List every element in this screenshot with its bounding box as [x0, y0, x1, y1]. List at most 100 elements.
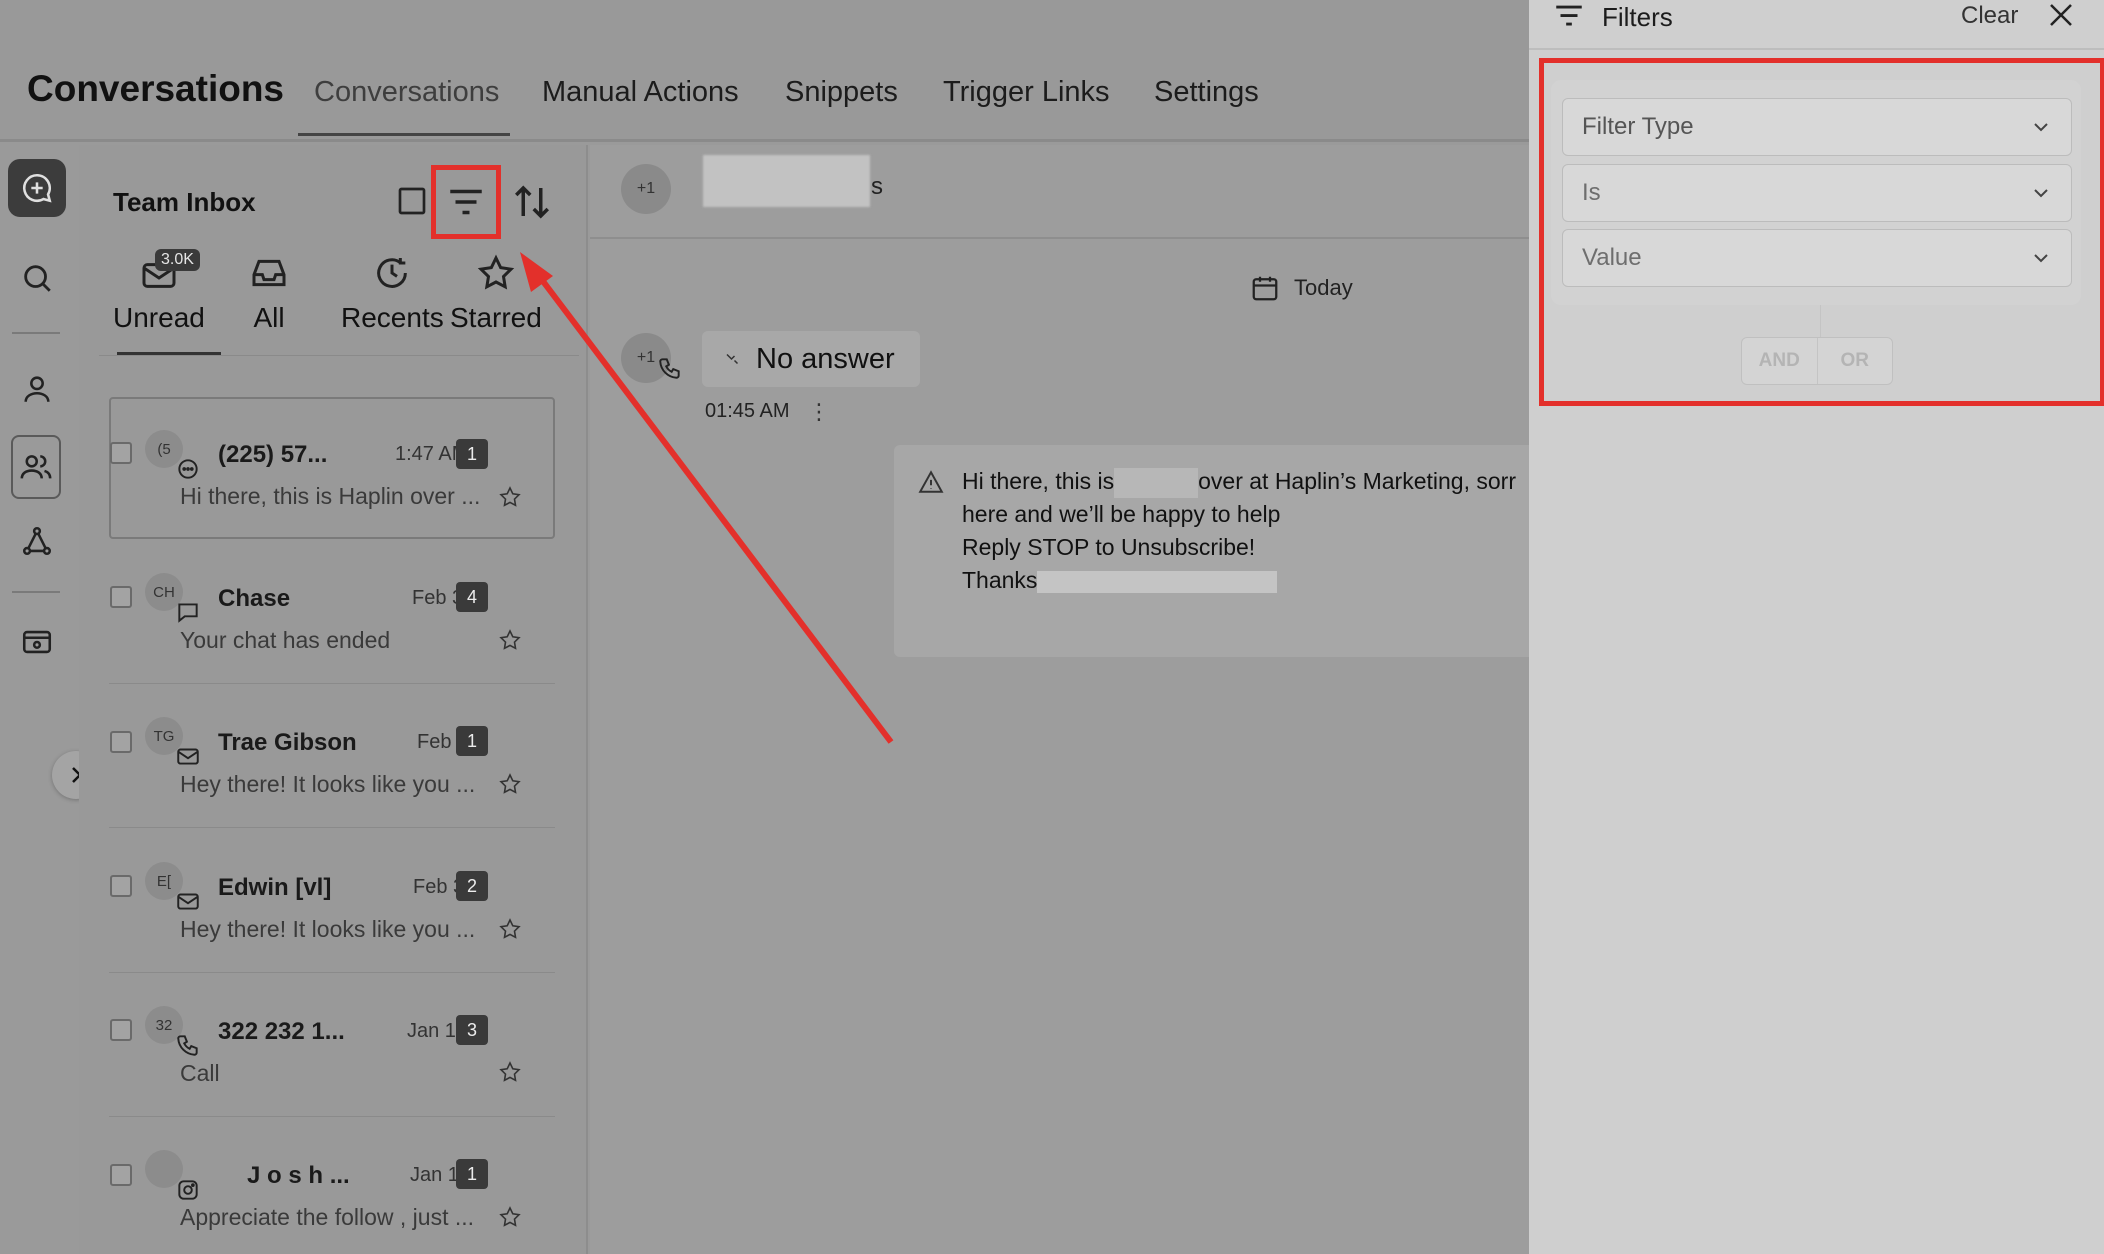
redacted-name	[1114, 467, 1199, 498]
live-chat-icon	[178, 603, 198, 623]
row-divider	[109, 972, 555, 973]
app-title: Conversations	[27, 68, 285, 109]
top-header: Conversations Conversations Manual Actio…	[0, 0, 1529, 142]
unread-count: 1	[456, 1159, 488, 1189]
chat-header-divider	[590, 237, 1529, 239]
conversation-preview: Hi there, this is Haplin over ...	[180, 483, 481, 509]
conversation-name: Trae Gibson	[218, 729, 357, 756]
clock-icon	[377, 258, 408, 288]
star-icon[interactable]	[498, 628, 522, 652]
message-time: 01:45 AM	[705, 400, 790, 422]
icon-rail	[0, 145, 75, 1254]
value-select[interactable]: Value	[1562, 229, 2072, 287]
message-line: here and we’ll be happy to help	[962, 498, 1516, 531]
tab-starred-label: Starred	[450, 302, 542, 333]
message-line-text: Hi there, this is	[962, 468, 1115, 494]
warning-icon	[918, 470, 944, 493]
rail-divider	[12, 591, 60, 593]
message-line: Reply STOP to Unsubscribe!	[962, 531, 1516, 564]
workflow-icon[interactable]	[8, 512, 66, 570]
tab-settings[interactable]: Settings	[1154, 76, 1259, 109]
chevron-down-icon	[2034, 123, 2048, 132]
contact-name-suffix: s	[871, 173, 883, 200]
star-icon[interactable]	[498, 917, 522, 941]
unread-count: 1	[456, 439, 488, 469]
unread-count-badge: 3.0K	[155, 249, 200, 271]
inbox-title: Team Inbox	[113, 187, 256, 217]
and-button[interactable]: AND	[1742, 338, 1818, 384]
tab-manual-actions[interactable]: Manual Actions	[542, 76, 739, 109]
tab-snippets[interactable]: Snippets	[785, 76, 898, 109]
chat-bubble-icon	[178, 459, 198, 479]
logic-toggle: AND OR	[1741, 337, 1893, 385]
message-line-text: over at Haplin’s Marketing, sorr	[1198, 468, 1516, 494]
conversation-preview: Hey there! It looks like you ...	[180, 771, 476, 797]
redacted-signature	[1037, 570, 1278, 593]
tab-conversations[interactable]: Conversations	[314, 76, 499, 109]
unread-count: 3	[456, 1015, 488, 1045]
date-separator: Today	[1250, 273, 1353, 303]
filter-type-select[interactable]: Filter Type	[1562, 98, 2072, 156]
filters-title: Filters	[1602, 2, 1673, 32]
conversation-name: J o s h ...	[247, 1162, 350, 1189]
tab-unread-label: Unread	[113, 302, 205, 333]
chat-area: +1 s Today +1 No answer 01:45 AM ⋮ Hi th…	[590, 145, 1529, 1254]
email-icon	[177, 893, 199, 910]
chevron-down-icon	[2034, 254, 2048, 263]
tab-all[interactable]: All	[249, 253, 289, 334]
filters-header: Filters Clear	[1529, 0, 2104, 50]
team-icon[interactable]	[11, 435, 61, 499]
sort-button[interactable]	[509, 179, 555, 225]
tab-trigger-links[interactable]: Trigger Links	[943, 76, 1110, 109]
logic-connector-line	[1820, 305, 1821, 337]
date-label: Today	[1294, 275, 1353, 300]
message-menu-icon[interactable]: ⋮	[808, 399, 830, 425]
row-divider	[109, 683, 555, 684]
instagram-icon	[178, 1180, 198, 1200]
conversation-preview: Appreciate the follow , just ...	[180, 1204, 475, 1230]
conversation-preview: Hey there! It looks like you ...	[180, 916, 476, 942]
active-tab-underline	[298, 133, 510, 136]
preview-icon[interactable]	[8, 613, 66, 671]
star-icon[interactable]	[498, 1060, 522, 1084]
filter-icon	[1556, 5, 1582, 26]
star-icon[interactable]	[498, 485, 522, 509]
tab-starred[interactable]: Starred	[450, 253, 542, 334]
close-icon[interactable]	[2046, 0, 2076, 30]
contact-avatar: +1	[621, 164, 671, 214]
row-checkbox[interactable]	[110, 442, 132, 464]
tab-recents[interactable]: Recents	[341, 253, 444, 334]
tab-recents-label: Recents	[341, 302, 444, 333]
conversation-preview: Your chat has ended	[180, 627, 391, 653]
row-checkbox[interactable]	[110, 731, 132, 753]
operator-select[interactable]: Is	[1562, 164, 2072, 222]
filter-highlight-box	[431, 165, 501, 239]
conversation-name: (225) 57...	[218, 441, 328, 468]
conversation-preview: Call	[180, 1060, 220, 1086]
star-icon[interactable]	[498, 772, 522, 796]
operator-placeholder: Is	[1582, 179, 1601, 206]
clear-filters-button[interactable]: Clear	[1961, 2, 2018, 30]
email-icon	[177, 748, 199, 765]
tabs-divider	[99, 355, 579, 356]
or-button[interactable]: OR	[1818, 338, 1893, 384]
inbox-panel: Team Inbox Unread 3.0K All Recents Starr…	[79, 145, 588, 1254]
row-checkbox[interactable]	[110, 586, 132, 608]
select-all-checkbox[interactable]	[396, 185, 428, 217]
new-chat-icon[interactable]	[8, 159, 66, 217]
value-placeholder: Value	[1582, 244, 1642, 271]
contact-avatar-label: +1	[636, 349, 656, 366]
row-divider	[109, 827, 555, 828]
star-icon[interactable]	[498, 1205, 522, 1229]
conversation-name: Edwin [vl]	[218, 874, 332, 901]
inbox-icon	[252, 259, 286, 287]
row-checkbox[interactable]	[110, 875, 132, 897]
row-checkbox[interactable]	[110, 1019, 132, 1041]
sort-icon	[515, 185, 549, 219]
chevron-down-icon	[2034, 189, 2048, 198]
row-checkbox[interactable]	[110, 1164, 132, 1186]
contact-icon[interactable]	[8, 360, 66, 418]
search-icon[interactable]	[8, 249, 66, 307]
message-line: Thanks	[962, 564, 1516, 597]
conversation-name: 322 232 1...	[218, 1018, 345, 1045]
